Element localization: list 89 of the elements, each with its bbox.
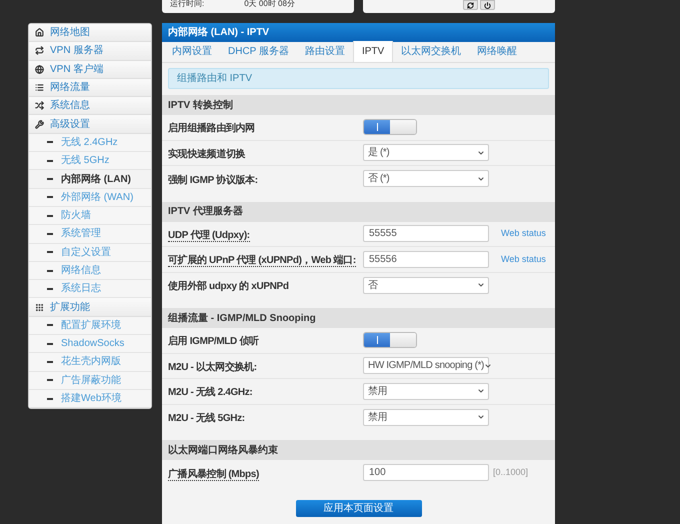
sidebar-subitem[interactable]: 网络信息: [29, 262, 151, 280]
tab[interactable]: 内网设置: [164, 41, 220, 62]
dropdown[interactable]: HW IGMP/MLD snooping (*): [363, 357, 489, 374]
dash-icon: [47, 160, 53, 162]
field-label: M2U - 无线 5GHz:: [168, 413, 245, 424]
dropdown[interactable]: 否: [363, 276, 489, 294]
sidebar-item[interactable]: 网络流量: [29, 78, 151, 98]
dash-icon: [47, 342, 53, 345]
range-hint: [0..1000]: [493, 466, 528, 479]
repeat-icon: [35, 46, 44, 56]
chevron-down-icon: [477, 413, 485, 422]
sidebar-subitem[interactable]: 花生壳内网版: [29, 353, 151, 372]
dash-icon: [47, 196, 53, 198]
wrench-icon: [35, 120, 44, 129]
globe-icon: [35, 64, 44, 74]
list-icon: [35, 83, 44, 92]
sidebar-subitem[interactable]: 配置扩展环境: [29, 316, 151, 336]
dropdown[interactable]: 禁用: [363, 408, 489, 426]
sidebar-subitem[interactable]: 系统管理: [29, 225, 151, 244]
tab[interactable]: 以太网交换机: [393, 41, 470, 62]
dash-icon: [47, 232, 53, 235]
refresh-button[interactable]: [463, 0, 478, 10]
tab[interactable]: DHCP 服务器: [220, 41, 297, 62]
chevron-down-icon: [484, 362, 492, 370]
dropdown[interactable]: 是 (*): [363, 144, 489, 162]
dash-icon: [47, 398, 53, 400]
dash-icon: [47, 360, 53, 363]
sidebar-item[interactable]: VPN 客户端: [29, 60, 151, 79]
field-label: UDP 代理 (Udpxy):: [168, 230, 250, 242]
input-field[interactable]: 100: [363, 464, 489, 482]
sidebar-subitem[interactable]: 系统日志: [29, 280, 151, 298]
sidebar-item[interactable]: 高级设置: [29, 115, 151, 134]
shuffle-icon: [35, 101, 44, 110]
dash-icon: [47, 288, 53, 290]
sidebar-subitem[interactable]: 自定义设置: [29, 244, 151, 262]
field-label: 实现快速频道切换: [168, 148, 246, 160]
field-label: 启用组播路由到内网: [168, 123, 255, 134]
chevron-down-icon: [477, 281, 485, 290]
field-label: 启用 IGMP/MLD 侦听: [168, 336, 259, 348]
field-label: M2U - 无线 2.4GHz:: [168, 387, 252, 398]
sidebar-item[interactable]: 扩展功能: [29, 298, 151, 317]
tab[interactable]: 路由设置: [296, 41, 353, 62]
field-label: M2U - 以太网交换机:: [168, 362, 257, 373]
section-header: IPTV 代理服务器: [162, 202, 555, 222]
sidebar-subitem[interactable]: 广告屏蔽功能: [29, 372, 151, 390]
apply-button[interactable]: 应用本页面设置: [296, 500, 422, 516]
power-icon: [484, 2, 491, 8]
toggle-switch[interactable]: [363, 119, 417, 136]
dash-icon: [47, 270, 53, 272]
section-header: 组播流量 - IGMP/MLD Snooping: [162, 308, 555, 328]
panel-title: 内部网络 (LAN) - IPTV: [162, 23, 555, 42]
sidebar-subitem[interactable]: 防火墙: [29, 206, 151, 226]
field-label: 可扩展的 UPnP 代理 (xUPNPd)，Web 端口:: [168, 255, 356, 268]
sidebar-item[interactable]: 网络地图: [29, 24, 151, 42]
sidebar-item[interactable]: 系统信息: [29, 97, 151, 116]
sidebar-subitem[interactable]: 内部网络 (LAN): [29, 170, 151, 189]
section-header: 以太网端口网络风暴约束: [162, 440, 555, 460]
sidebar-subitem[interactable]: 搭建Web环境: [29, 390, 151, 408]
web-status-link[interactable]: Web status: [501, 227, 546, 240]
power-button[interactable]: [480, 0, 495, 10]
field-label: 广播风暴控制 (Mbps): [168, 468, 259, 481]
dash-icon: [47, 324, 53, 326]
sidebar-subitem[interactable]: 无线 2.4GHz: [29, 134, 151, 152]
sidebar-item[interactable]: VPN 服务器: [29, 42, 151, 61]
dash-icon: [47, 379, 53, 382]
dash-icon: [47, 178, 53, 180]
info-banner: 组播路由和 IPTV: [168, 68, 549, 89]
dropdown[interactable]: 否 (*): [363, 170, 489, 188]
dash-icon: [47, 251, 53, 254]
field-label: 强制 IGMP 协议版本:: [168, 174, 258, 186]
tab[interactable]: IPTV: [352, 41, 394, 62]
chevron-down-icon: [477, 387, 485, 396]
dash-icon: [47, 214, 53, 217]
grid-icon: [35, 302, 44, 312]
tab[interactable]: 网络唤醒: [469, 41, 526, 62]
chevron-down-icon: [477, 148, 485, 157]
sidebar-subitem[interactable]: 无线 5GHz: [29, 152, 151, 170]
section-header: IPTV 转换控制: [162, 95, 555, 115]
chevron-down-icon: [477, 174, 485, 183]
home-icon: [35, 28, 44, 38]
input-field[interactable]: 55556: [363, 250, 489, 268]
refresh-icon: [467, 2, 474, 8]
web-status-link[interactable]: Web status: [501, 252, 546, 266]
toggle-switch[interactable]: [363, 332, 417, 348]
dropdown[interactable]: 禁用: [363, 382, 489, 400]
dash-icon: [47, 141, 53, 144]
field-label: 使用外部 udpxy 的 xUPNPd: [168, 281, 289, 292]
sidebar-subitem[interactable]: 外部网络 (WAN): [29, 188, 151, 207]
input-field[interactable]: 55555: [363, 225, 489, 242]
